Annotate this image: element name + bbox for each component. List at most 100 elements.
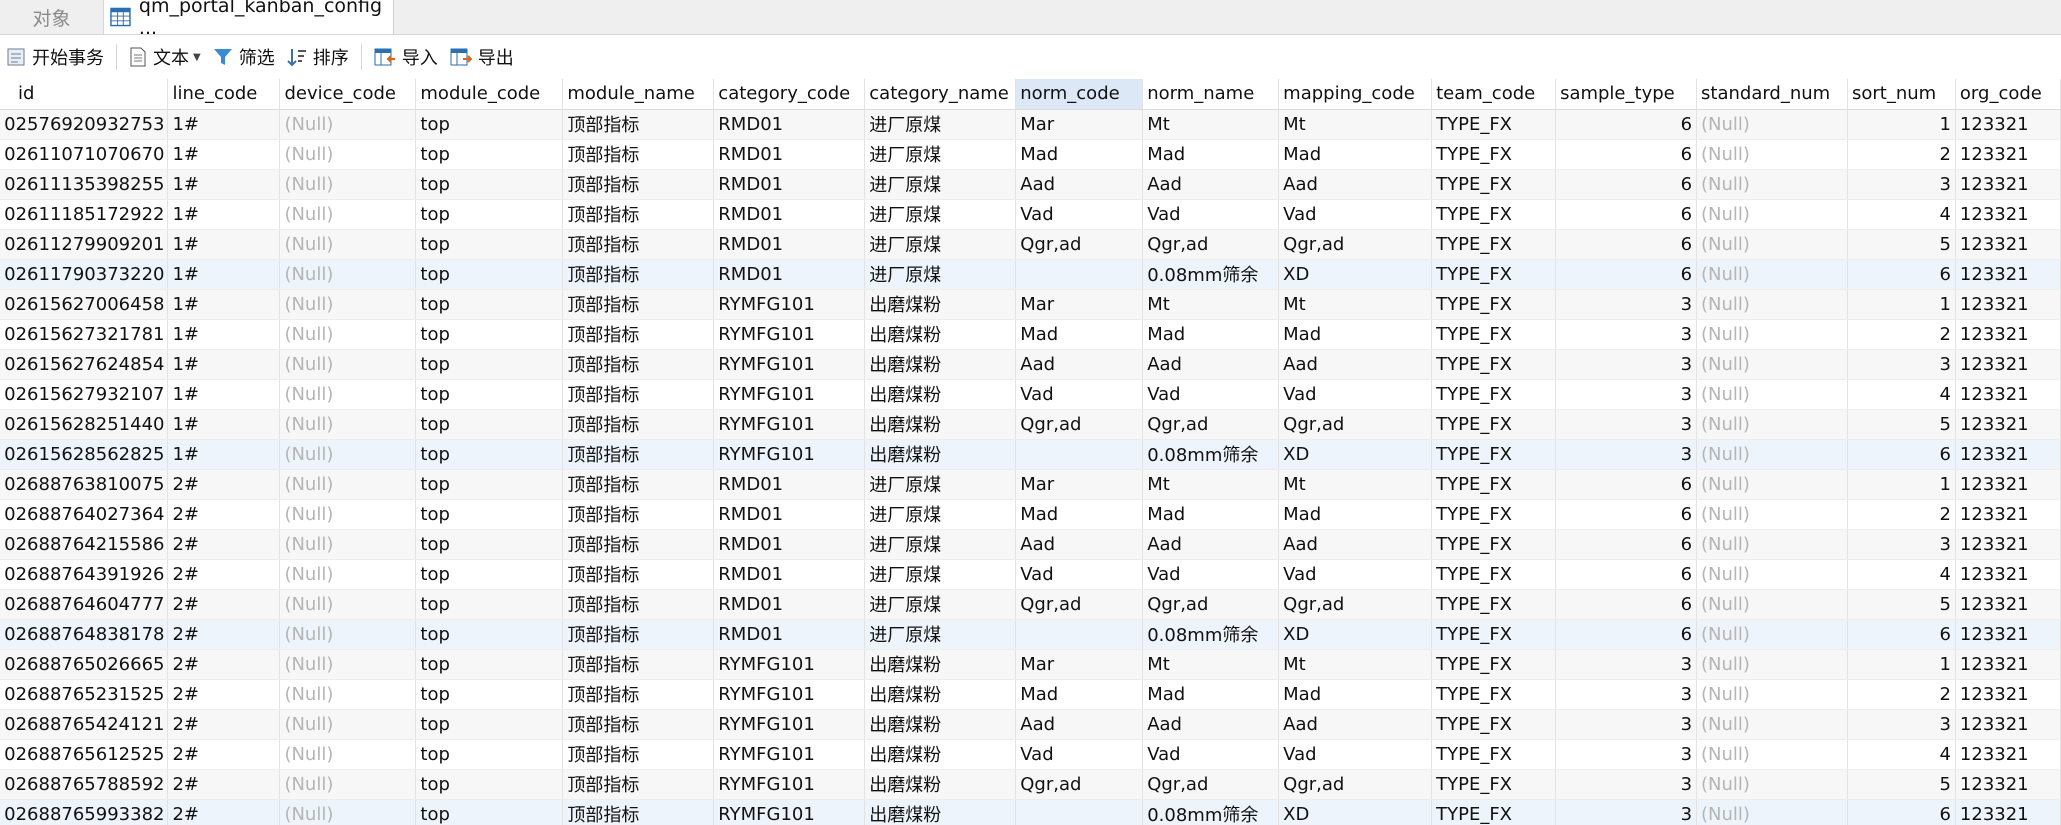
table-row[interactable]: 02688764027364 2# (Null) top 顶部指标 RMD01 进厂原煤 Ma…: [0, 499, 2061, 530]
cell-category-code[interactable]: RMD01: [713, 169, 866, 200]
cell-org-code[interactable]: 123321: [1955, 289, 2061, 320]
cell-category-code[interactable]: RMD01: [713, 199, 866, 230]
cell-sample-type[interactable]: 3: [1555, 739, 1698, 770]
cell-team-code[interactable]: TYPE_FX: [1431, 649, 1557, 680]
table-row[interactable]: 02688765612525 2# (Null) top 顶部指标 RYMFG101 出磨煤…: [0, 739, 2061, 770]
cell-category-name[interactable]: 出磨煤粉: [864, 349, 1017, 380]
cell-line-code[interactable]: 1#: [167, 229, 281, 260]
cell-module-code[interactable]: top: [415, 199, 564, 230]
cell-mapping-code[interactable]: XD: [1278, 799, 1433, 825]
cell-org-code[interactable]: 123321: [1955, 529, 2061, 560]
cell-device-code[interactable]: (Null): [279, 709, 417, 740]
cell-sort-num[interactable]: 6: [1847, 799, 1956, 825]
cell-norm-name[interactable]: Qgr,ad: [1142, 229, 1280, 260]
cell-org-code[interactable]: 123321: [1955, 559, 2061, 590]
cell-category-code[interactable]: RYMFG101: [713, 289, 866, 320]
table-row[interactable]: 02611790373220 1# (Null) top 顶部指标 RMD01 进厂原煤 0.…: [0, 259, 2061, 290]
cell-category-name[interactable]: 出磨煤粉: [864, 379, 1017, 410]
cell-mapping-code[interactable]: Mad: [1278, 499, 1433, 530]
cell-sort-num[interactable]: 1: [1847, 289, 1956, 320]
cell-team-code[interactable]: TYPE_FX: [1431, 349, 1557, 380]
cell-device-code[interactable]: (Null): [279, 619, 417, 650]
cell-category-code[interactable]: RMD01: [713, 589, 866, 620]
cell-standard-num[interactable]: (Null): [1696, 559, 1848, 590]
cell-standard-num[interactable]: (Null): [1696, 469, 1848, 500]
cell-module-code[interactable]: top: [415, 379, 564, 410]
cell-module-name[interactable]: 顶部指标: [562, 169, 715, 200]
cell-sample-type[interactable]: 3: [1555, 289, 1698, 320]
cell-norm-name[interactable]: Vad: [1142, 739, 1280, 770]
cell-norm-code[interactable]: Vad: [1015, 559, 1144, 590]
cell-line-code[interactable]: 1#: [167, 109, 281, 140]
cell-line-code[interactable]: 1#: [167, 169, 281, 200]
cell-sort-num[interactable]: 3: [1847, 529, 1956, 560]
cell-category-code[interactable]: RYMFG101: [713, 739, 866, 770]
cell-team-code[interactable]: TYPE_FX: [1431, 199, 1557, 230]
cell-standard-num[interactable]: (Null): [1696, 259, 1848, 290]
text-button[interactable]: 文本 ▼: [123, 35, 207, 79]
table-row[interactable]: 02611185172922 1# (Null) top 顶部指标 RMD01 进厂原煤 Va…: [0, 199, 2061, 230]
cell-device-code[interactable]: (Null): [279, 649, 417, 680]
cell-sample-type[interactable]: 3: [1555, 799, 1698, 825]
cell-norm-code[interactable]: [1015, 259, 1144, 290]
cell-module-code[interactable]: top: [415, 139, 564, 170]
tab-table-data[interactable]: qm_portal_kanban_config ...: [104, 0, 394, 39]
cell-sample-type[interactable]: 6: [1555, 229, 1698, 260]
cell-mapping-code[interactable]: Qgr,ad: [1278, 589, 1433, 620]
cell-sort-num[interactable]: 1: [1847, 469, 1956, 500]
cell-device-code[interactable]: (Null): [279, 169, 417, 200]
cell-sample-type[interactable]: 3: [1555, 769, 1698, 800]
table-row[interactable]: 02615628251440 1# (Null) top 顶部指标 RYMFG101 出磨煤…: [0, 409, 2061, 440]
cell-id[interactable]: 02611790373220: [0, 259, 169, 290]
cell-module-name[interactable]: 顶部指标: [562, 199, 715, 230]
cell-category-code[interactable]: RYMFG101: [713, 319, 866, 350]
cell-category-code[interactable]: RMD01: [713, 469, 866, 500]
cell-org-code[interactable]: 123321: [1955, 769, 2061, 800]
cell-module-name[interactable]: 顶部指标: [562, 499, 715, 530]
cell-line-code[interactable]: 1#: [167, 289, 281, 320]
cell-line-code[interactable]: 2#: [167, 619, 281, 650]
table-row[interactable]: 02615627006458 1# (Null) top 顶部指标 RYMFG101 出磨煤…: [0, 289, 2061, 320]
cell-category-name[interactable]: 进厂原煤: [864, 169, 1017, 200]
cell-category-name[interactable]: 出磨煤粉: [864, 799, 1017, 825]
cell-norm-name[interactable]: Aad: [1142, 709, 1280, 740]
cell-standard-num[interactable]: (Null): [1696, 709, 1848, 740]
cell-mapping-code[interactable]: Mt: [1278, 289, 1433, 320]
cell-norm-code[interactable]: Aad: [1015, 709, 1144, 740]
cell-id[interactable]: 02688764391926: [0, 559, 169, 590]
cell-line-code[interactable]: 1#: [167, 259, 281, 290]
cell-category-code[interactable]: RYMFG101: [713, 409, 866, 440]
cell-org-code[interactable]: 123321: [1955, 109, 2061, 140]
cell-id[interactable]: 02688765612525: [0, 739, 169, 770]
cell-norm-name[interactable]: 0.08mm筛余: [1142, 799, 1280, 825]
cell-category-code[interactable]: RMD01: [713, 109, 866, 140]
cell-norm-code[interactable]: Qgr,ad: [1015, 769, 1144, 800]
cell-category-code[interactable]: RMD01: [713, 229, 866, 260]
cell-team-code[interactable]: TYPE_FX: [1431, 409, 1557, 440]
table-row[interactable]: 02688765424121 2# (Null) top 顶部指标 RYMFG101 出磨煤…: [0, 709, 2061, 740]
cell-org-code[interactable]: 123321: [1955, 469, 2061, 500]
cell-module-code[interactable]: top: [415, 289, 564, 320]
cell-line-code[interactable]: 2#: [167, 709, 281, 740]
cell-id[interactable]: 02615628562825: [0, 439, 169, 470]
cell-org-code[interactable]: 123321: [1955, 439, 2061, 470]
cell-module-name[interactable]: 顶部指标: [562, 769, 715, 800]
cell-sample-type[interactable]: 6: [1555, 109, 1698, 140]
cell-line-code[interactable]: 2#: [167, 769, 281, 800]
cell-norm-code[interactable]: Mar: [1015, 469, 1144, 500]
table-row[interactable]: 02688765231525 2# (Null) top 顶部指标 RYMFG101 出磨煤…: [0, 679, 2061, 710]
cell-id[interactable]: 02611185172922: [0, 199, 169, 230]
cell-id[interactable]: 02615627624854: [0, 349, 169, 380]
column-header-org-code[interactable]: org_code: [1955, 79, 2061, 110]
cell-mapping-code[interactable]: Mt: [1278, 469, 1433, 500]
cell-norm-name[interactable]: Mt: [1142, 109, 1280, 140]
cell-sample-type[interactable]: 3: [1555, 349, 1698, 380]
column-header-sample-type[interactable]: sample_type: [1555, 79, 1698, 110]
cell-sample-type[interactable]: 3: [1555, 709, 1698, 740]
cell-team-code[interactable]: TYPE_FX: [1431, 319, 1557, 350]
table-row[interactable]: 02688765993382 2# (Null) top 顶部指标 RYMFG101 出磨煤…: [0, 799, 2061, 825]
cell-standard-num[interactable]: (Null): [1696, 109, 1848, 140]
cell-team-code[interactable]: TYPE_FX: [1431, 619, 1557, 650]
cell-line-code[interactable]: 1#: [167, 409, 281, 440]
cell-module-name[interactable]: 顶部指标: [562, 289, 715, 320]
